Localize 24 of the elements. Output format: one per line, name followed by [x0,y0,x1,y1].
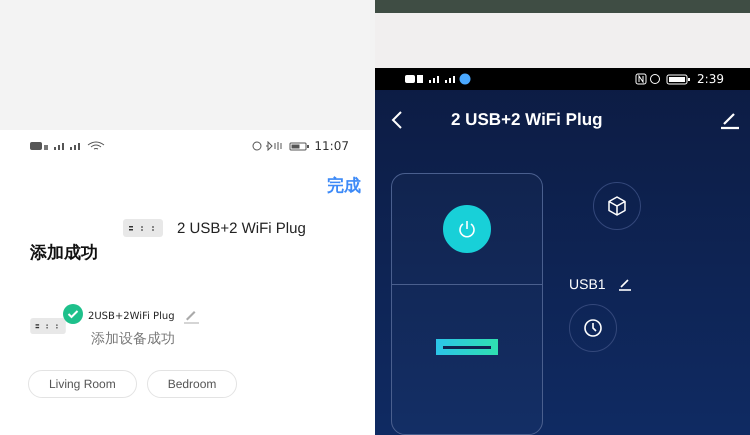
back-icon[interactable] [391,110,403,130]
device-name: 2USB+2WiFi Plug [88,310,175,322]
cube-button[interactable] [593,182,641,230]
power-icon [457,219,477,239]
cube-icon [607,196,627,216]
device-status: 添加设备成功 [91,330,176,348]
edit-icon[interactable] [720,110,740,130]
status-icons-drawing [252,141,310,151]
screen-title: 2 USB+2 WiFi Plug [451,110,604,130]
status-time: 2:39 [697,72,724,86]
timer-button[interactable] [569,304,617,352]
status-icons-drawing [405,72,471,85]
usb-label: USB1 [569,276,606,292]
clock-icon [583,318,603,338]
success-title: 添加成功 [30,242,99,264]
room-chip[interactable]: Living Room [28,370,137,398]
power-strip-icon [123,219,163,237]
device-name: 2 USB+2 WiFi Plug [177,220,306,236]
power-strip-icon [30,318,66,334]
room-chip[interactable]: Bedroom [146,370,238,398]
usb-port-icon [436,339,498,355]
edit-icon[interactable] [618,277,632,291]
status-time: 11:07 [314,139,349,153]
power-button[interactable] [443,205,491,253]
